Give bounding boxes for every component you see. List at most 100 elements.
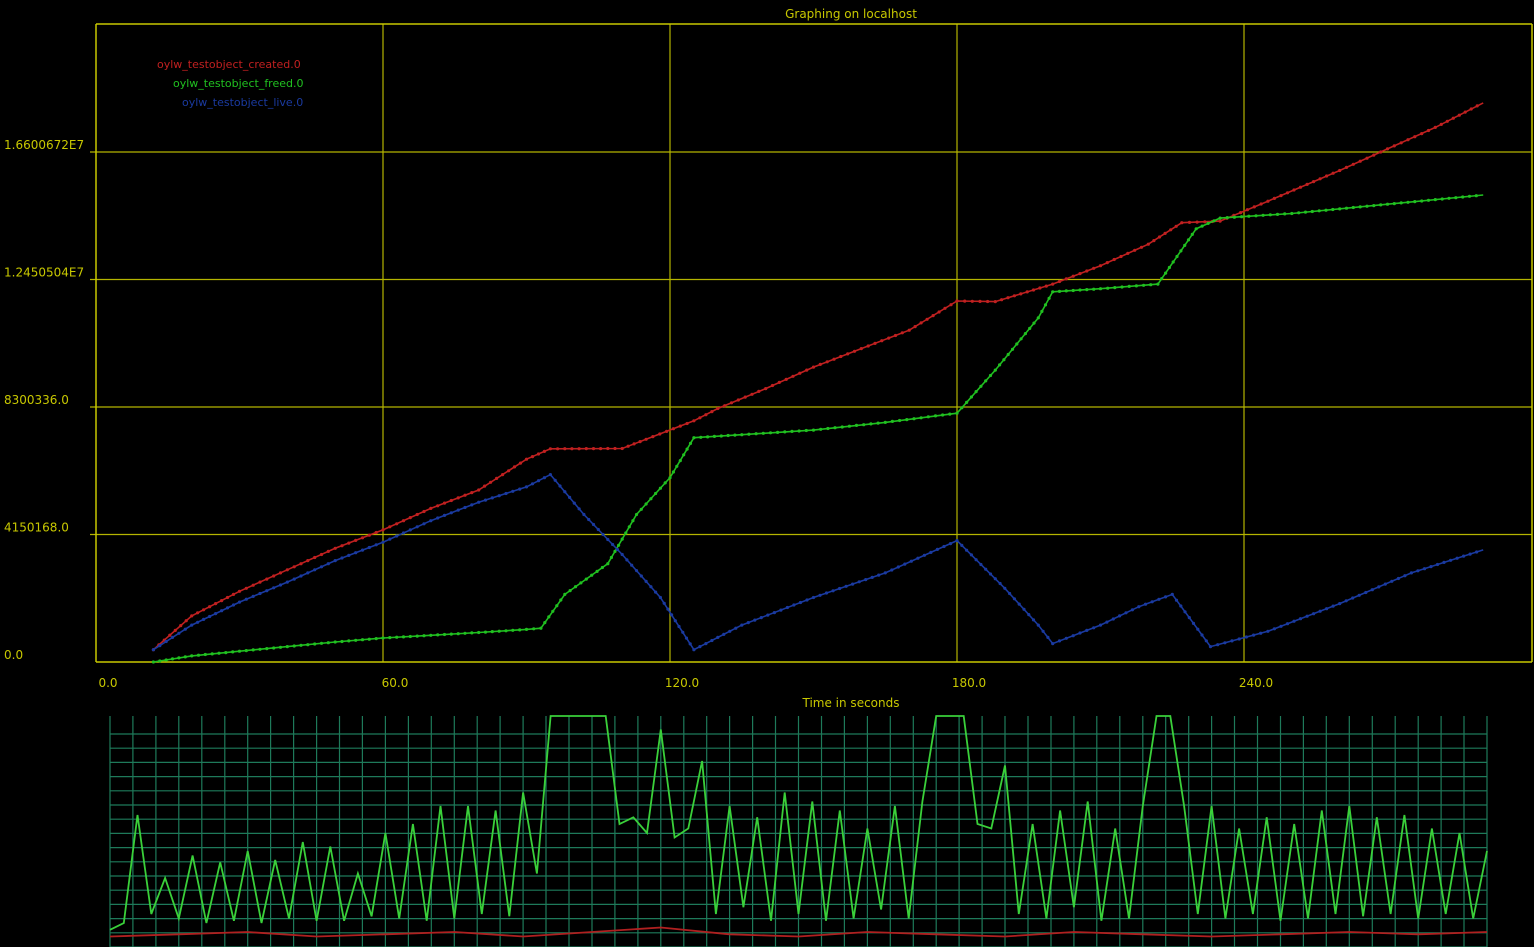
- series-point: [1111, 617, 1115, 621]
- series-point: [1046, 635, 1050, 640]
- series-point: [340, 544, 344, 548]
- series-point: [1113, 286, 1117, 290]
- series-point: [151, 648, 155, 652]
- series-point: [1462, 554, 1466, 558]
- series-point: [870, 575, 874, 580]
- series-point: [1092, 266, 1096, 270]
- series-point: [1051, 642, 1055, 646]
- series-point: [1010, 347, 1015, 351]
- series-point: [743, 395, 747, 399]
- series-point: [313, 568, 317, 572]
- series-point: [935, 547, 940, 552]
- series-point: [584, 577, 588, 581]
- series-point: [237, 600, 242, 604]
- series-point: [1157, 597, 1161, 601]
- series-point: [1071, 274, 1075, 278]
- series-point: [890, 568, 894, 572]
- series-point: [746, 621, 750, 625]
- series-point: [1085, 628, 1089, 633]
- series-point: [551, 609, 555, 613]
- series-point: [1025, 290, 1029, 294]
- series-point: [196, 611, 200, 615]
- series-point: [988, 373, 993, 378]
- series-point: [761, 431, 765, 435]
- series-point: [1426, 128, 1431, 133]
- series-point: [777, 380, 781, 384]
- series-point: [859, 347, 863, 351]
- series-point: [340, 556, 344, 560]
- x-tick-label: 120.0: [665, 676, 699, 690]
- series-point: [1098, 264, 1103, 268]
- series-point: [1351, 162, 1355, 166]
- y-tick-label: 1.2450504E7: [4, 266, 84, 280]
- series-point: [504, 491, 508, 496]
- series-point: [631, 519, 635, 523]
- series-point: [1370, 588, 1374, 592]
- series-point: [237, 589, 242, 593]
- series-point: [784, 377, 788, 381]
- series-point: [692, 648, 696, 652]
- series-point: [1119, 254, 1123, 259]
- series-point: [1305, 614, 1309, 618]
- series-point: [568, 589, 572, 593]
- series-point: [644, 502, 648, 506]
- series-point: [395, 635, 399, 639]
- series-point: [684, 636, 689, 640]
- series-point: [978, 299, 982, 303]
- series-point: [613, 446, 617, 451]
- series-point: [866, 344, 870, 348]
- series-point: [649, 585, 653, 589]
- series-point: [1208, 645, 1213, 649]
- series-point: [518, 628, 522, 632]
- series-point: [202, 617, 206, 622]
- series-point: [706, 435, 710, 439]
- x-tick-label: 240.0: [1239, 676, 1273, 690]
- series-point: [319, 565, 324, 569]
- series-point: [470, 491, 474, 495]
- series-point: [831, 589, 835, 593]
- series-point: [677, 624, 681, 629]
- series-point: [1259, 631, 1263, 635]
- series-point: [548, 473, 553, 477]
- series-point: [183, 655, 187, 659]
- series-point: [1455, 556, 1459, 560]
- series-point: [984, 567, 988, 571]
- series-point: [170, 657, 175, 661]
- series-point: [208, 605, 212, 609]
- series-point: [688, 642, 692, 646]
- series-point: [1183, 243, 1187, 247]
- series-point: [638, 440, 642, 444]
- series-point: [1143, 602, 1148, 606]
- series-point: [979, 562, 983, 567]
- series-point: [811, 365, 816, 369]
- series-point: [1357, 593, 1361, 597]
- series-point: [1279, 194, 1283, 198]
- series-point: [825, 360, 829, 364]
- series-point: [1092, 626, 1096, 630]
- series-point: [408, 634, 412, 639]
- series-point: [948, 542, 953, 546]
- series-point: [251, 583, 255, 587]
- series-point: [805, 598, 809, 602]
- series-point: [237, 649, 242, 653]
- series-point: [306, 643, 310, 647]
- series-point: [1170, 592, 1174, 597]
- series-point: [979, 384, 983, 388]
- series-point: [965, 548, 969, 552]
- series-point: [354, 638, 358, 642]
- series-point: [688, 441, 693, 445]
- series-point: [704, 642, 708, 646]
- series-point: [759, 616, 763, 620]
- series-point: [960, 543, 964, 548]
- series-point: [1331, 207, 1335, 212]
- series-point: [1338, 602, 1342, 606]
- series-point: [354, 551, 358, 555]
- series-point: [754, 432, 758, 436]
- series-point: [587, 517, 591, 522]
- series-point: [333, 640, 337, 644]
- series-point: [543, 621, 547, 625]
- chart-title: Graphing on localhost: [785, 7, 917, 21]
- series-point: [1092, 287, 1096, 291]
- series-point: [577, 447, 581, 451]
- series-point: [1420, 199, 1424, 203]
